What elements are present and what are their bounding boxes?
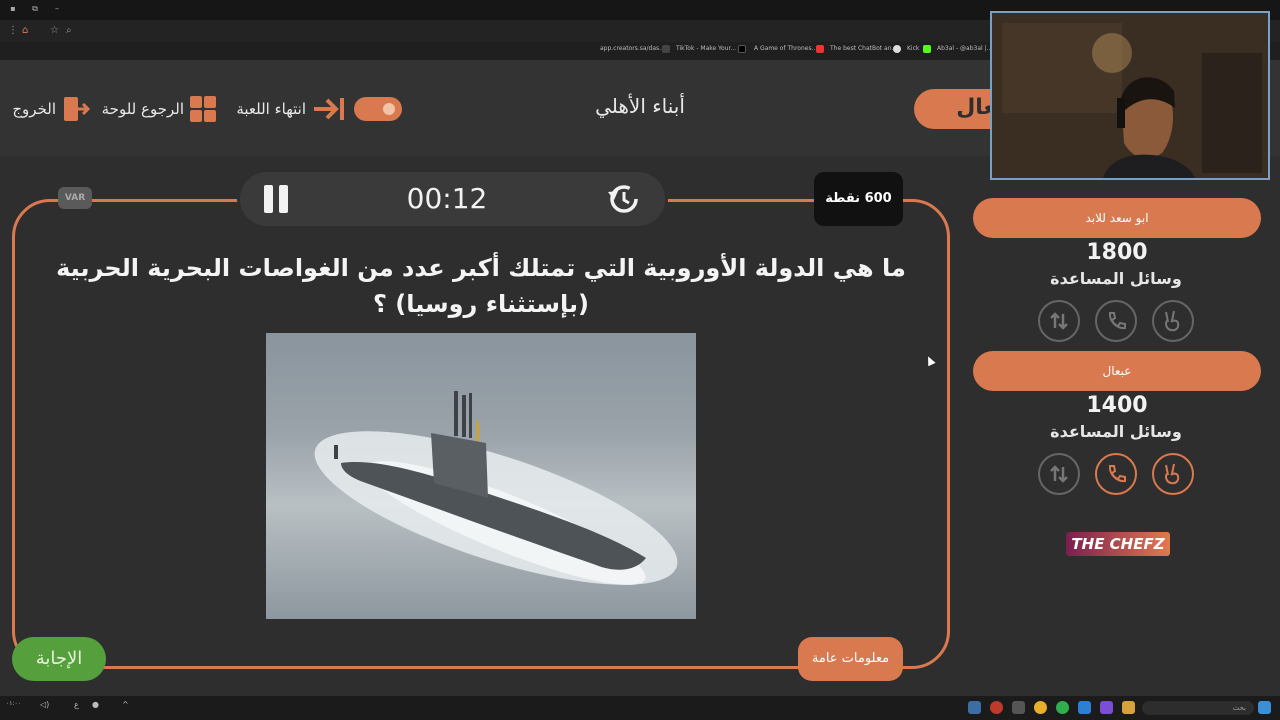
whatsapp-icon[interactable] — [1056, 701, 1069, 714]
exit-label: الخروج — [12, 100, 56, 118]
exit-door-icon — [64, 97, 90, 121]
phone-icon[interactable] — [1095, 300, 1137, 342]
page-title: أبناء الأهلي — [595, 94, 685, 118]
mic-icon[interactable]: ● — [92, 700, 99, 709]
streamer-webcam — [990, 11, 1270, 180]
youtube-icon — [816, 45, 824, 53]
bookmark-item[interactable]: TikTok - Make Your... — [676, 45, 736, 52]
reset-timer-icon[interactable] — [606, 182, 640, 216]
volume-icon[interactable]: ◁) — [40, 700, 49, 709]
language-indicator[interactable]: ع — [74, 700, 79, 709]
aids-label: وسائل المساعدة — [1050, 422, 1182, 441]
taskbar-clock: ٠١:٠٠ — [6, 700, 21, 707]
phone-icon[interactable] — [1095, 453, 1137, 495]
windows-start-icon[interactable] — [1258, 701, 1271, 714]
question-image-submarine — [266, 333, 696, 619]
question-text: ما هي الدولة الأوروبية التي تمتلك أكبر ع… — [40, 250, 922, 322]
grid-icon — [190, 96, 216, 122]
peace-hand-icon[interactable] — [1152, 300, 1194, 342]
aids-label: وسائل المساعدة — [1050, 269, 1182, 288]
back-to-board-button[interactable]: الرجوع للوحة — [96, 94, 216, 124]
back-label: الرجوع للوحة — [101, 100, 184, 118]
site-icon — [662, 45, 670, 53]
var-icon[interactable]: VAR — [58, 187, 92, 209]
swap-icon[interactable] — [1038, 453, 1080, 495]
points-badge: 600 نقطة — [814, 172, 903, 226]
chevron-up-icon[interactable]: ^ — [122, 700, 129, 709]
app-icon[interactable] — [1012, 701, 1025, 714]
brand-logo: THE CHEFZ — [1066, 532, 1170, 556]
mail-icon[interactable] — [1078, 701, 1091, 714]
category-badge: معلومات عامة — [798, 637, 903, 681]
end-game-button[interactable]: انتهاء اللعبة — [222, 94, 346, 124]
kick-icon — [923, 45, 931, 53]
bookmark-item[interactable]: The best ChatBot an... — [830, 45, 897, 52]
answer-button[interactable]: الإجابة — [12, 637, 106, 681]
folder-icon[interactable] — [1122, 701, 1135, 714]
window-minimize-icon[interactable]: – — [52, 4, 62, 14]
exit-button[interactable]: الخروج — [10, 94, 90, 124]
chrome-icon[interactable] — [1034, 701, 1047, 714]
taskbar-search-input[interactable]: بحث — [1142, 701, 1254, 715]
bookmark-item[interactable]: A Game of Thrones... — [754, 45, 817, 52]
team-name-pill: عبعال — [973, 351, 1261, 391]
team-score: 1400 — [1086, 393, 1148, 418]
app-icon[interactable] — [1100, 701, 1113, 714]
steam-icon[interactable] — [968, 701, 981, 714]
settings-gear-icon — [380, 100, 398, 118]
peace-hand-icon[interactable] — [1152, 453, 1194, 495]
team-score: 1800 — [1086, 240, 1148, 265]
app-logo-icon: ⌂ — [22, 25, 29, 36]
window-close-icon[interactable]: ▪ — [8, 4, 18, 14]
arrow-right-to-bar-icon — [314, 98, 344, 120]
tiktok-icon — [738, 45, 746, 53]
timer-display: 00:12 — [406, 182, 488, 215]
question-line-1: ما هي الدولة الأوروبية التي تمتلك أكبر ع… — [56, 254, 906, 282]
obs-icon[interactable] — [990, 701, 1003, 714]
chatbot-icon — [893, 45, 901, 53]
team-name-pill: ابو سعد للابد — [973, 198, 1261, 238]
end-game-label: انتهاء اللعبة — [236, 100, 306, 118]
bookmark-item[interactable]: Ab3al - @ab3al |... — [937, 45, 992, 52]
pause-button[interactable] — [264, 182, 292, 216]
bookmark-item[interactable]: app.creators.sa/das... — [600, 45, 665, 52]
question-line-2: (بإستثناء روسيا) ؟ — [372, 290, 589, 318]
zoom-icon[interactable]: ⌕ — [66, 25, 72, 36]
swap-icon[interactable] — [1038, 300, 1080, 342]
bookmark-item[interactable]: Kick — [907, 45, 919, 52]
menu-dots-icon[interactable]: ⋮ — [8, 25, 18, 36]
window-restore-icon[interactable]: ⧉ — [30, 4, 40, 14]
bookmark-star-icon[interactable]: ☆ — [50, 25, 59, 36]
